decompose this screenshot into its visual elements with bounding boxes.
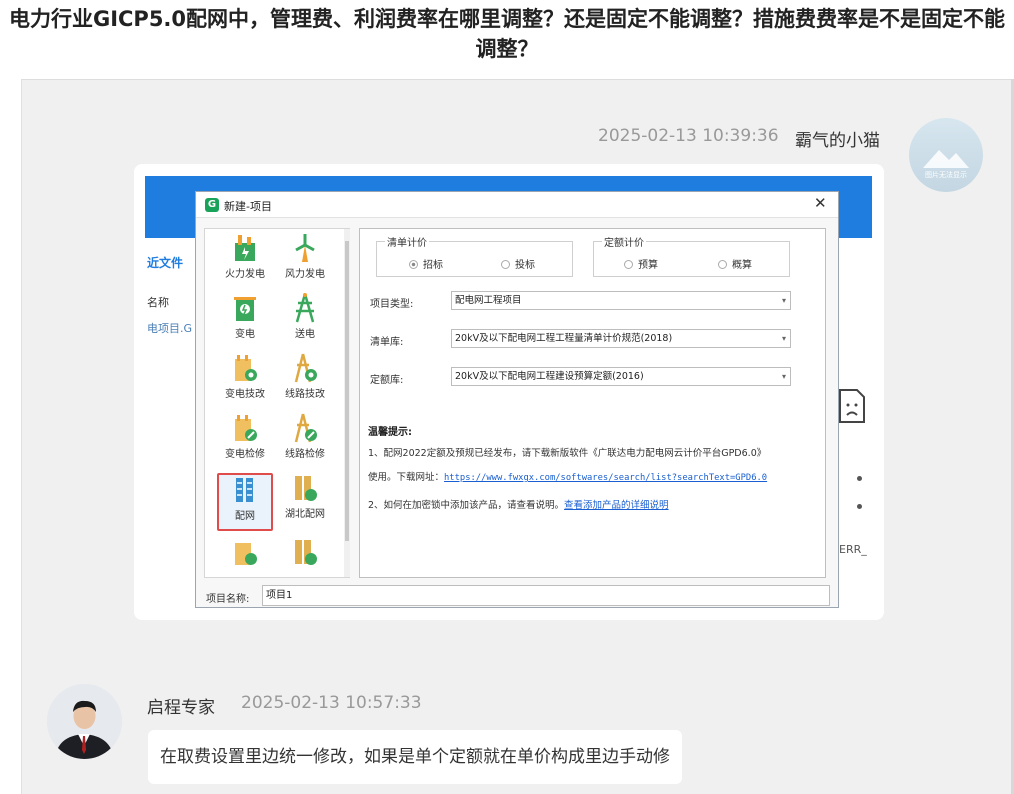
category-line-maintenance[interactable]: 线路检修 [277, 413, 333, 471]
radio-icon [718, 260, 727, 269]
project-type-label: 项目类型: [370, 299, 414, 310]
select-value: 20kV及以下配电网工程建设预算定额(2016) [455, 371, 644, 382]
sad-document-icon [839, 389, 865, 423]
message-author[interactable]: 启程专家 [147, 693, 215, 718]
radio-label: 预算 [638, 260, 658, 271]
category-thermal-power[interactable]: 火力发电 [217, 233, 273, 291]
page-title: 电力行业GICP5.0配网中，管理费、利润费率在哪里调整？还是固定不能调整？措施… [8, 7, 1006, 61]
text-message-bubble[interactable]: 在取费设置里边统一修改，如果是单个定额就在单价构成里边手动修 [148, 730, 682, 784]
message-timestamp: 2025-02-13 10:39:36 [598, 126, 779, 146]
category-label: 湖北配网 [285, 509, 325, 520]
tip-line-3: 2、如何在加密锁中添加该产品，请查看说明。查看添加产品的详细说明 [368, 497, 669, 511]
category-label: 变电技改 [225, 389, 265, 400]
radio-bid-invite[interactable]: 招标 [409, 256, 443, 271]
quota-library-select[interactable]: 20kV及以下配电网工程建设预算定额(2016) ▾ [451, 367, 791, 386]
category-label: 线路检修 [285, 449, 325, 460]
file-item: 电项目.G [147, 322, 193, 335]
category-panel: 火力发电 风力发电 变电 送电 变电技改 线路技改 变电检修 线路检修 配网 湖… [204, 228, 350, 578]
scrollbar-thumb[interactable] [345, 241, 349, 541]
group-legend: 定额计价 [602, 234, 646, 249]
avatar[interactable]: 图片无法显示 [909, 118, 983, 192]
category-label: 变电 [235, 329, 255, 340]
dialog-titlebar: G 新建-项目 ✕ [196, 192, 838, 218]
image-placeholder-icon [923, 150, 969, 168]
download-link[interactable]: https://www.fwxgx.com/softwares/search/l… [444, 473, 767, 483]
line-retrofit-icon [294, 353, 317, 383]
select-value: 20kV及以下配电网工程工程量清单计价规范(2018) [455, 333, 673, 344]
tip-line-1: 1、配网2022定额及预规已经发布，请下载新版软件《广联达电力配电网云计价平台G… [368, 448, 767, 459]
screenshot-image[interactable]: 近文件 名称 电项目.G ERR_ G 新建-项目 ✕ 火力发电 风力发电 变电 [145, 176, 872, 608]
radio-icon [409, 260, 418, 269]
radio-budget[interactable]: 预算 [624, 256, 658, 271]
category-substation[interactable]: 变电 [217, 293, 273, 351]
partial-category-icon [295, 540, 317, 565]
category-label: 线路技改 [285, 389, 325, 400]
name-header: 名称 [147, 296, 169, 309]
partial-category-icon [235, 543, 257, 565]
category-label: 风力发电 [285, 269, 325, 280]
radio-icon [624, 260, 633, 269]
bill-library-label: 清单库: [370, 337, 404, 348]
app-logo-icon: G [205, 198, 219, 212]
category-label: 送电 [295, 329, 315, 340]
category-substation-maintenance[interactable]: 变电检修 [217, 413, 273, 471]
hubei-distribution-icon [295, 476, 317, 501]
tip-text: 2、如何在加密锁中添加该产品，请查看说明。 [368, 500, 565, 511]
line-maintenance-icon [294, 413, 317, 443]
quota-pricing-group: 定额计价 预算 概算 [593, 234, 790, 277]
substation-retrofit-icon [235, 355, 257, 381]
category-label: 火力发电 [225, 269, 265, 280]
radio-icon [501, 260, 510, 269]
project-name-input[interactable]: 项目1 [262, 585, 830, 606]
substation-maintenance-icon [235, 415, 257, 441]
expert-avatar-icon [47, 684, 122, 759]
message-author[interactable]: 霸气的小猫 [795, 126, 880, 151]
tip-text: 使用。下载网址： [368, 472, 445, 483]
category-line-retrofit[interactable]: 线路技改 [277, 353, 333, 411]
thermal-power-icon [235, 235, 255, 261]
wind-power-icon [295, 234, 315, 262]
instructions-link[interactable]: 查看添加产品的详细说明 [564, 500, 669, 511]
close-icon[interactable]: ✕ [814, 194, 827, 212]
avatar[interactable] [47, 684, 122, 759]
category-partial-item[interactable] [277, 537, 333, 571]
distribution-network-icon [236, 478, 253, 502]
bullet-dot [857, 476, 862, 481]
recent-files-label: 近文件 [147, 256, 184, 270]
dialog-title: 新建-项目 [224, 200, 272, 213]
radio-label: 招标 [423, 260, 443, 271]
category-substation-retrofit[interactable]: 变电技改 [217, 353, 273, 411]
error-text: ERR_ [839, 543, 867, 556]
tips-title: 温馨提示: [368, 427, 412, 438]
radio-label: 概算 [732, 260, 752, 271]
chevron-down-icon: ▾ [781, 372, 786, 381]
bill-pricing-group: 清单计价 招标 投标 [376, 234, 573, 277]
category-wind-power[interactable]: 风力发电 [277, 233, 333, 291]
category-hubei-distribution[interactable]: 湖北配网 [277, 473, 333, 531]
new-project-dialog: G 新建-项目 ✕ 火力发电 风力发电 变电 送电 变电技改 线路技改 变电检修… [195, 191, 839, 608]
chevron-down-icon: ▾ [781, 296, 786, 305]
quota-library-label: 定额库: [370, 375, 404, 386]
chevron-down-icon: ▾ [781, 334, 786, 343]
radio-label: 投标 [515, 260, 535, 271]
project-settings-panel: 清单计价 招标 投标 定额计价 预算 概算 项目类型: 配电网工程项目 ▾ 清单库… [359, 228, 826, 578]
radio-bid-tender[interactable]: 投标 [501, 256, 535, 271]
bullet-dot [857, 504, 862, 509]
category-distribution-network[interactable]: 配网 [217, 473, 273, 531]
project-name-label: 项目名称: [206, 594, 250, 605]
substation-icon [234, 297, 256, 321]
group-legend: 清单计价 [385, 234, 429, 249]
transmission-icon [295, 293, 315, 323]
category-label: 配网 [235, 511, 255, 522]
avatar-caption: 图片无法显示 [925, 171, 967, 179]
category-label: 变电检修 [225, 449, 265, 460]
tip-line-2: 使用。下载网址：https://www.fwxgx.com/softwares/… [368, 469, 767, 483]
bill-library-select[interactable]: 20kV及以下配电网工程工程量清单计价规范(2018) ▾ [451, 329, 791, 348]
message-timestamp: 2025-02-13 10:57:33 [241, 693, 422, 713]
select-value: 配电网工程项目 [455, 295, 522, 306]
category-partial-item[interactable] [217, 537, 273, 571]
category-transmission[interactable]: 送电 [277, 293, 333, 351]
radio-estimate[interactable]: 概算 [718, 256, 752, 271]
project-type-select[interactable]: 配电网工程项目 ▾ [451, 291, 791, 310]
